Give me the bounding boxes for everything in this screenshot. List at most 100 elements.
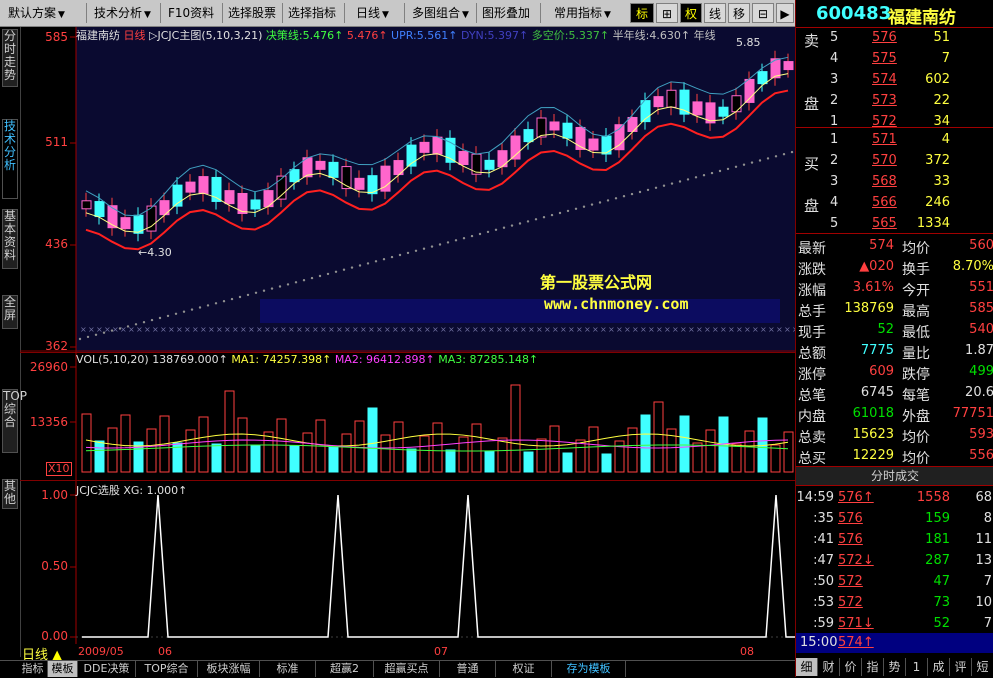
right-tab[interactable]: 指 [862, 658, 884, 676]
trend-dot [214, 302, 218, 305]
sell-level: 5 [830, 30, 839, 45]
right-tab[interactable]: 价 [840, 658, 862, 676]
trend-dot [686, 178, 690, 181]
trend-dot [478, 232, 482, 236]
buy-side-label: 买 [804, 155, 820, 173]
tab-standard[interactable]: 标准 [260, 661, 316, 677]
sell-row[interactable]: 1 572 34 [796, 112, 993, 131]
toggle-grid-icon[interactable]: ⊞ [656, 3, 678, 23]
grid-marker: × [384, 325, 391, 334]
quote-value: 3.61% [852, 280, 894, 295]
tab-basic-info[interactable]: 基本资料 [2, 209, 18, 269]
quote-value: 499 [969, 364, 993, 379]
buy-price: 565 [872, 216, 897, 231]
play-icon[interactable]: ▶ [776, 3, 794, 23]
tab-indicator[interactable]: 指标 [18, 661, 48, 677]
buy-row[interactable]: 1 571 4 [796, 130, 993, 149]
tab-technical[interactable]: 技术分析 [2, 119, 18, 199]
trend-dot [790, 150, 794, 154]
tab-fullscreen[interactable]: 全屏 [2, 295, 18, 329]
toggle-mark[interactable]: 标 [630, 3, 654, 23]
tab-dde[interactable]: DDE决策 [78, 661, 136, 677]
grid-marker: × [752, 325, 759, 334]
right-tab[interactable]: 势 [884, 658, 906, 676]
stock-code: 600483 [816, 3, 892, 24]
tab-other[interactable]: 其他 [2, 479, 18, 509]
price-chart[interactable]: × × × × × × × × × × × × × × × × × × × × × × × × × × × × × × × × × × × × × × × ×… [20, 27, 795, 353]
volume-bar [224, 390, 235, 473]
tab-chaoying2[interactable]: 超赢2 [316, 661, 374, 677]
trend-dot [462, 237, 466, 240]
toggle-window-icon[interactable]: ⊟ [752, 3, 774, 23]
select-stock-button[interactable]: 选择股票 [224, 3, 282, 23]
tick-time: :35 [813, 511, 834, 526]
trend-dot [534, 218, 538, 221]
trend-dot [710, 171, 714, 175]
toggle-move[interactable]: 移 [728, 3, 750, 23]
tech-analysis-menu[interactable]: 技术分析 ▼ [90, 3, 168, 23]
candle-body [224, 190, 235, 205]
trend-dot [470, 234, 474, 238]
tab-buy-point[interactable]: 超赢买点 [374, 661, 440, 677]
sell-row[interactable]: 盘 2 573 22 [796, 91, 993, 113]
volume-bar [510, 384, 521, 473]
f10-button[interactable]: F10资料 [164, 3, 222, 23]
sell-row[interactable]: 卖 5 576 51 [796, 28, 993, 50]
grid-marker: × [440, 325, 447, 334]
grid-marker: × [192, 325, 199, 334]
tab-template[interactable]: 模板 [48, 661, 78, 677]
tab-sector[interactable]: 板块涨幅 [198, 661, 260, 677]
volume-bar [432, 422, 443, 473]
common-indicators-menu[interactable]: 常用指标 ▼ [550, 3, 622, 23]
trend-dot [750, 161, 754, 164]
quote-row: 总手 138769 最高 585 [796, 299, 993, 320]
ticks-header[interactable]: 分时成交 [796, 466, 993, 486]
sell-row[interactable]: 4 575 7 [796, 49, 993, 68]
trend-dot [166, 314, 170, 318]
right-tab[interactable]: 财 [818, 658, 840, 676]
buy-row[interactable]: 买 2 570 372 [796, 151, 993, 173]
buy-row[interactable]: 5 565 1334 [796, 214, 993, 233]
volume-bar [302, 432, 313, 473]
toggle-rights[interactable]: 权 [680, 3, 702, 23]
overlay-button[interactable]: 图形叠加 [478, 3, 534, 23]
right-tab[interactable]: 1 [906, 658, 928, 676]
multi-chart-menu[interactable]: 多图组合 ▼ [408, 3, 476, 23]
tab-normal[interactable]: 普通 [440, 661, 496, 677]
grid-marker: × [784, 325, 791, 334]
tab-intraday[interactable]: 分时走势 [2, 29, 18, 87]
save-template-tab[interactable]: 存为模板 [552, 661, 626, 677]
select-indicator-button[interactable]: 选择指标 [284, 3, 342, 23]
right-tab[interactable]: 评 [950, 658, 972, 676]
tab-warrant[interactable]: 权证 [496, 661, 552, 677]
grid-marker: × [176, 325, 183, 334]
volume-chart[interactable]: VOL(5,10,20) 138769.000↑ MA1: 74257.398↑… [20, 352, 795, 481]
volume-header: VOL(5,10,20) 138769.000↑ MA1: 74257.398↑… [76, 353, 539, 366]
y-label-585: 585 [45, 30, 68, 44]
tick-price: 572 [838, 574, 863, 589]
sell-row[interactable]: 3 574 602 [796, 70, 993, 89]
indicator-chart[interactable]: JCJC选股 XG: 1.000↑ 1.00 0.50 0.00 [20, 481, 795, 644]
buy-row[interactable]: 3 568 33 [796, 172, 993, 191]
period-menu[interactable]: 日线 ▼ [352, 3, 402, 23]
volume-bar [445, 449, 456, 473]
volume-bar [640, 414, 651, 473]
scheme-menu[interactable]: 默认方案 ▼ [4, 3, 82, 23]
toggle-line[interactable]: 线 [704, 3, 726, 23]
candle-body [562, 122, 573, 139]
right-tab[interactable]: 细 [796, 658, 818, 676]
volume-bar [406, 448, 417, 473]
tab-top-composite[interactable]: TOP综合 [136, 661, 198, 677]
grid-marker: × [272, 325, 279, 334]
trend-dot [254, 291, 258, 294]
trend-dot [734, 165, 738, 168]
tab-top[interactable]: TOP综合 [2, 389, 27, 453]
trend-dot [310, 276, 314, 280]
grid-marker: × [80, 325, 87, 334]
right-tab[interactable]: 短 [972, 658, 993, 676]
grid-marker: × [368, 325, 375, 334]
buy-row[interactable]: 盘 4 566 246 [796, 193, 993, 215]
right-tab[interactable]: 成 [928, 658, 950, 676]
trend-dot [438, 243, 442, 246]
tick-price: 576↑ [838, 490, 874, 505]
